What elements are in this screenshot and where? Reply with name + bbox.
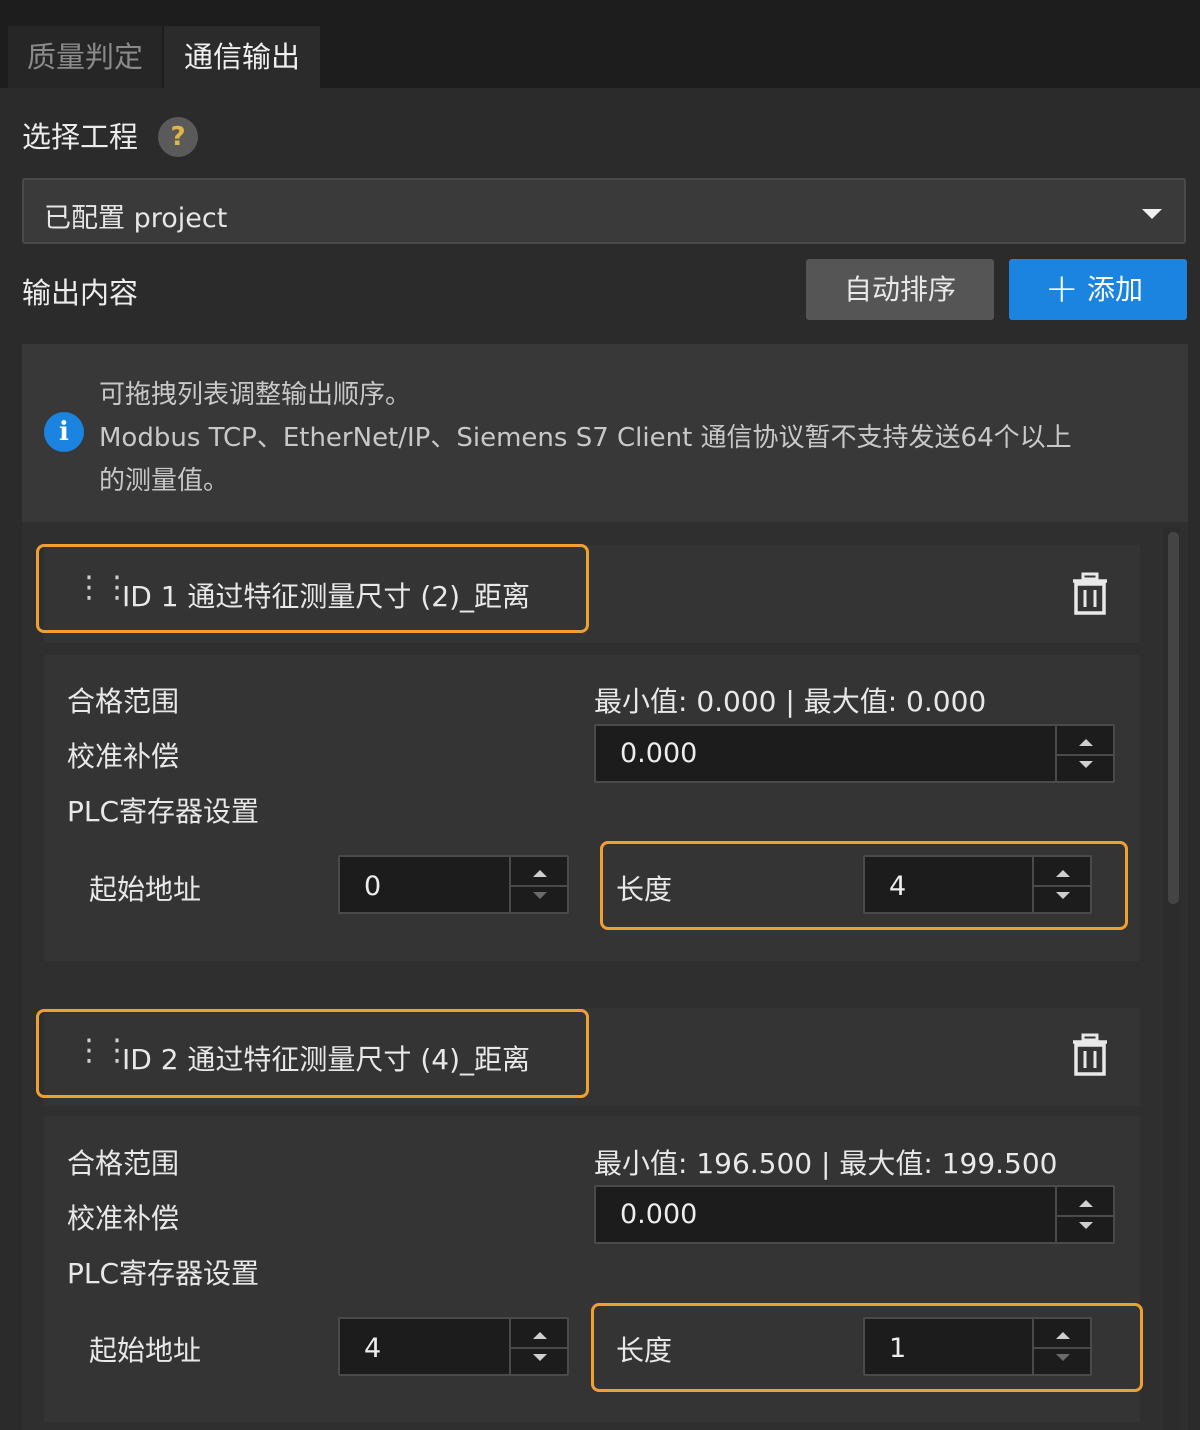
item-title: ID 2 通过特征测量尺寸 (4)_距离 — [122, 1043, 530, 1076]
calibration-value: 0.000 — [620, 738, 698, 769]
calibration-spinbox[interactable]: 0.000 — [594, 724, 1115, 783]
tab-bar: 质量判定 通信输出 — [0, 0, 1200, 88]
tab-quality-judgement[interactable]: 质量判定 — [8, 26, 162, 88]
item-title: ID 1 通过特征测量尺寸 (2)_距离 — [122, 580, 530, 613]
spin-buttons[interactable] — [1032, 857, 1090, 912]
info-icon: i — [44, 412, 84, 452]
start-address-spinbox[interactable]: 0 — [338, 855, 569, 914]
chevron-down-icon[interactable] — [533, 892, 547, 900]
length-label: 长度 — [616, 873, 673, 906]
chevron-down-icon[interactable] — [1056, 892, 1070, 900]
start-address-label: 起始地址 — [89, 873, 202, 906]
chevron-down-icon[interactable] — [1056, 1354, 1070, 1362]
length-spinbox[interactable]: 1 — [863, 1317, 1092, 1376]
scrollbar-thumb[interactable] — [1168, 532, 1179, 904]
chevron-down-icon[interactable] — [1079, 1222, 1093, 1230]
output-content-label: 输出内容 — [22, 276, 139, 310]
trash-icon[interactable] — [1070, 1033, 1110, 1077]
auto-sort-button[interactable]: 自动排序 — [806, 259, 994, 320]
help-icon[interactable]: ? — [158, 117, 198, 157]
chevron-down-icon — [1142, 209, 1162, 219]
plc-settings-label: PLC寄存器设置 — [67, 795, 260, 828]
start-address-label: 起始地址 — [89, 1334, 202, 1367]
calibration-spinbox[interactable]: 0.000 — [594, 1185, 1115, 1244]
pass-range-value: 最小值: 196.500 | 最大值: 199.500 — [594, 1147, 1058, 1180]
start-address-spinbox[interactable]: 4 — [338, 1317, 569, 1376]
length-value: 1 — [889, 1333, 907, 1364]
chevron-up-icon[interactable] — [1079, 739, 1093, 747]
calibration-label: 校准补偿 — [67, 740, 180, 773]
add-button[interactable]: + 添加 — [1009, 259, 1187, 320]
spin-buttons[interactable] — [509, 1319, 567, 1374]
info-line-2: Modbus TCP、EtherNet/IP、Siemens S7 Client… — [99, 423, 1072, 453]
plus-icon: + — [1045, 266, 1079, 312]
project-dropdown-value: 已配置 project — [44, 203, 228, 234]
length-label: 长度 — [616, 1334, 673, 1367]
calibration-label: 校准补偿 — [67, 1202, 180, 1235]
chevron-up-icon[interactable] — [1056, 1332, 1070, 1340]
trash-icon[interactable] — [1070, 572, 1110, 616]
pass-range-label: 合格范围 — [67, 1147, 180, 1180]
chevron-down-icon[interactable] — [1079, 761, 1093, 769]
info-line-1: 可拖拽列表调整输出顺序。 — [99, 380, 412, 410]
plc-settings-label: PLC寄存器设置 — [67, 1257, 260, 1290]
calibration-value: 0.000 — [620, 1199, 698, 1230]
add-button-label: 添加 — [1087, 273, 1144, 306]
chevron-up-icon[interactable] — [533, 1332, 547, 1340]
chevron-up-icon[interactable] — [1079, 1200, 1093, 1208]
chevron-up-icon[interactable] — [533, 870, 547, 878]
spin-buttons[interactable] — [1055, 1187, 1113, 1242]
chevron-up-icon[interactable] — [1056, 870, 1070, 878]
pass-range-value: 最小值: 0.000 | 最大值: 0.000 — [594, 685, 987, 718]
project-dropdown[interactable]: 已配置 project — [22, 178, 1186, 244]
length-value: 4 — [889, 871, 907, 902]
length-spinbox[interactable]: 4 — [863, 855, 1092, 914]
spin-buttons[interactable] — [1055, 726, 1113, 781]
spin-buttons[interactable] — [509, 857, 567, 912]
spin-buttons[interactable] — [1032, 1319, 1090, 1374]
chevron-down-icon[interactable] — [533, 1354, 547, 1362]
start-address-value: 4 — [364, 1333, 382, 1364]
select-project-label: 选择工程 — [22, 120, 139, 154]
start-address-value: 0 — [364, 871, 382, 902]
pass-range-label: 合格范围 — [67, 685, 180, 718]
info-line-3: 的测量值。 — [99, 466, 230, 496]
tab-communication-output[interactable]: 通信输出 — [164, 26, 320, 88]
